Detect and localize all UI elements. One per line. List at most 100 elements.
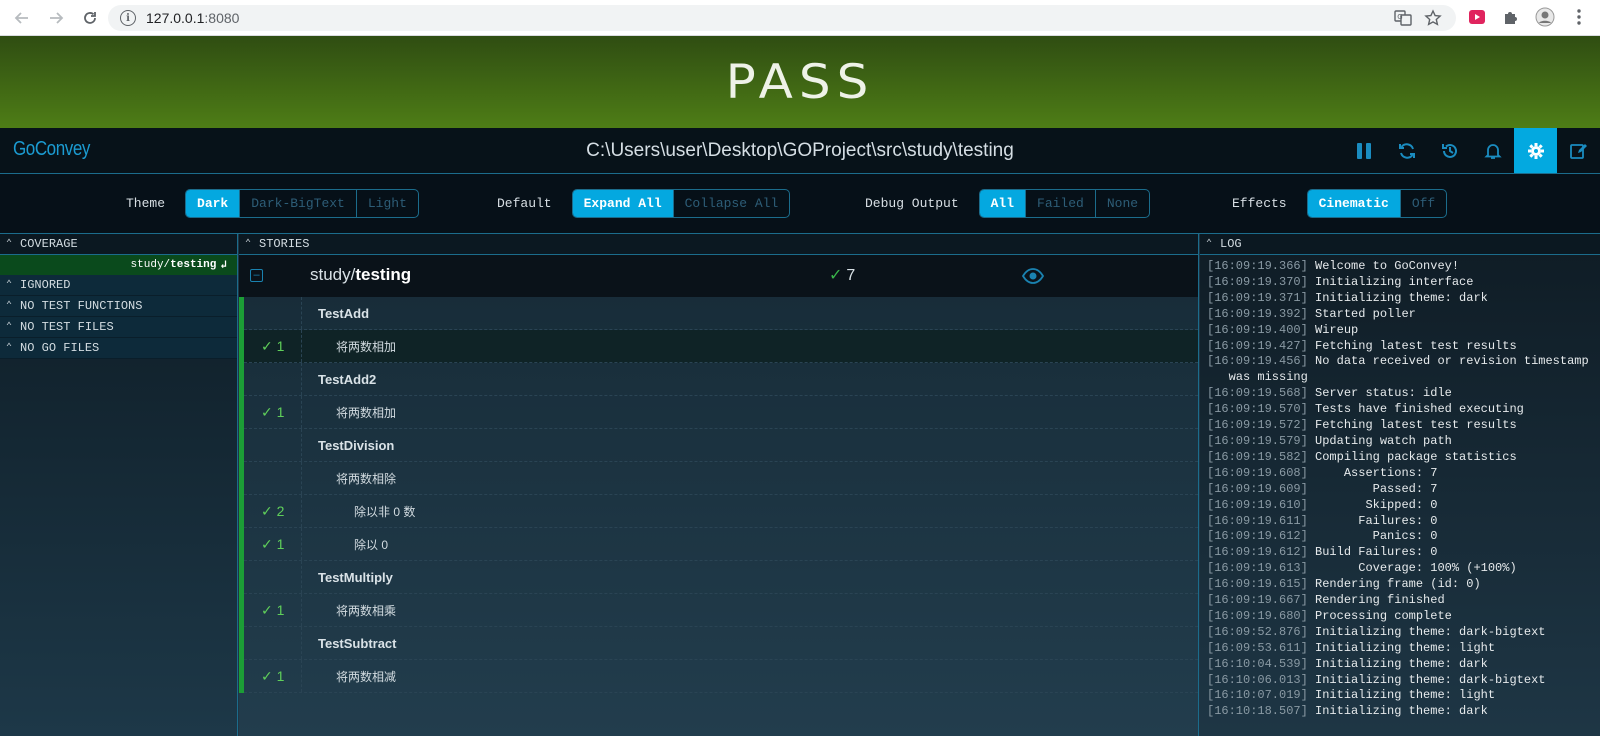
- story-assertion-row[interactable]: ✓ 1 除以 0: [239, 528, 1198, 561]
- coverage-package-prefix: study/: [130, 259, 171, 271]
- translate-icon[interactable]: G: [1394, 9, 1412, 32]
- story-assertion-row[interactable]: ✓ 2 除以非 0 数: [239, 495, 1198, 528]
- notifications-bell-button[interactable]: [1471, 128, 1514, 173]
- edit-button[interactable]: [1557, 128, 1600, 173]
- video-extension-icon[interactable]: [1466, 6, 1488, 28]
- log-message: Processing complete: [1307, 608, 1452, 623]
- count-value: 1: [276, 337, 285, 354]
- log-message: Assertions: 7: [1307, 465, 1438, 480]
- package-pass-count: ✓ 7: [829, 265, 855, 285]
- coverage-section-ignored[interactable]: ⌃ IGNORED: [0, 275, 237, 296]
- expand-all-option[interactable]: Expand All: [572, 190, 673, 217]
- story-test-row[interactable]: TestMultiply: [239, 561, 1198, 594]
- log-timestamp: [16:09:53.611]: [1207, 640, 1308, 655]
- log-message: was missing: [1207, 370, 1308, 385]
- log-line: [16:09:19.667] Rendering finished: [1207, 593, 1600, 609]
- log-timestamp: [16:09:19.579]: [1207, 433, 1308, 448]
- collapse-caret-icon[interactable]: ⌃: [1206, 238, 1212, 250]
- log-header[interactable]: ⌃ LOG: [1200, 234, 1600, 255]
- reload-icon[interactable]: [76, 4, 104, 32]
- effects-setting: Effects Cinematic Off: [1232, 189, 1448, 218]
- log-line: [16:09:19.427] Fetching latest test resu…: [1207, 339, 1600, 355]
- story-assertion-row[interactable]: ✓ 1 将两数相减: [239, 660, 1198, 693]
- stories-header[interactable]: ⌃ STORIES: [239, 234, 1198, 255]
- coverage-header[interactable]: ⌃ COVERAGE: [0, 234, 237, 255]
- pause-button[interactable]: [1342, 128, 1385, 173]
- log-line: [16:09:19.370] Initializing interface: [1207, 275, 1600, 291]
- collapse-caret-icon[interactable]: ⌃: [245, 238, 251, 250]
- coverage-section-no-test-files[interactable]: ⌃ NO TEST FILES: [0, 317, 237, 338]
- coverage-package-row[interactable]: study/testing ↲: [0, 255, 237, 275]
- log-timestamp: [16:09:19.392]: [1207, 306, 1308, 321]
- log-message: Skipped: 0: [1307, 497, 1438, 512]
- count-value: 1: [276, 535, 285, 552]
- effects-cinematic-option[interactable]: Cinematic: [1307, 190, 1400, 217]
- story-test-row[interactable]: TestAdd: [239, 297, 1198, 330]
- row-divider: [301, 528, 302, 560]
- log-timestamp: [16:09:19.370]: [1207, 274, 1308, 289]
- back-arrow-icon[interactable]: [8, 4, 36, 32]
- log-panel: ⌃ LOG [16:09:19.366] Welcome to GoConvey…: [1200, 234, 1600, 736]
- count-value: 1: [276, 667, 285, 684]
- row-divider: [301, 627, 302, 659]
- debug-failed-option[interactable]: Failed: [1025, 190, 1095, 217]
- story-package-name[interactable]: study/testing: [310, 265, 411, 285]
- eye-icon[interactable]: [1021, 268, 1045, 289]
- stories-panel: ⌃ STORIES – study/testing ✓ 7 TestAdd ✓ 1将…: [239, 234, 1199, 736]
- history-button[interactable]: [1428, 128, 1471, 173]
- section-label: NO TEST FILES: [20, 320, 114, 334]
- coverage-section-no-test-functions[interactable]: ⌃ NO TEST FUNCTIONS: [0, 296, 237, 317]
- story-assertion-row[interactable]: ✓ 1 将两数相加: [239, 330, 1198, 363]
- collapse-caret-icon: ⌃: [6, 343, 13, 354]
- log-timestamp: [16:09:19.427]: [1207, 338, 1308, 353]
- site-info-icon[interactable]: i: [120, 10, 136, 26]
- bookmark-star-icon[interactable]: [1424, 9, 1442, 32]
- settings-gear-button[interactable]: [1514, 128, 1557, 173]
- status-banner: PASS: [0, 36, 1600, 128]
- theme-dark-bigtext-option[interactable]: Dark-BigText: [239, 190, 356, 217]
- collapse-package-icon[interactable]: –: [250, 269, 263, 282]
- coverage-link-arrow-icon[interactable]: ↲: [220, 258, 227, 272]
- extensions-puzzle-icon[interactable]: [1500, 6, 1522, 28]
- log-message: Server status: idle: [1307, 386, 1452, 401]
- profile-avatar-icon[interactable]: [1534, 6, 1556, 28]
- story-test-row[interactable]: TestSubtract: [239, 627, 1198, 660]
- assertion-label: 将两数相减: [336, 669, 397, 684]
- log-timestamp: [16:09:19.570]: [1207, 402, 1308, 417]
- log-message: Rendering finished: [1307, 593, 1445, 608]
- story-assertion-row[interactable]: 将两数相除: [239, 462, 1198, 495]
- log-timestamp: [16:10:18.507]: [1207, 704, 1308, 719]
- refresh-button[interactable]: [1385, 128, 1428, 173]
- log-timestamp: [16:09:19.613]: [1207, 561, 1308, 576]
- theme-dark-option[interactable]: Dark: [186, 190, 240, 217]
- log-line: [16:09:19.612] Build Failures: 0: [1207, 545, 1600, 561]
- log-line: [16:09:19.582] Compiling package statist…: [1207, 450, 1600, 466]
- row-divider: [301, 396, 302, 428]
- story-assertion-row[interactable]: ✓ 1 将两数相乘: [239, 594, 1198, 627]
- theme-options: Dark Dark-BigText Light: [185, 189, 419, 218]
- log-line: [16:09:19.371] Initializing theme: dark: [1207, 291, 1600, 307]
- story-assertion-row[interactable]: ✓ 1 将两数相加: [239, 396, 1198, 429]
- theme-light-option[interactable]: Light: [355, 190, 418, 217]
- effects-off-option[interactable]: Off: [1399, 190, 1446, 217]
- default-options: Expand All Collapse All: [571, 189, 791, 218]
- story-test-row[interactable]: TestDivision: [239, 429, 1198, 462]
- collapse-all-option[interactable]: Collapse All: [672, 190, 790, 217]
- coverage-section-no-go-files[interactable]: ⌃ NO GO FILES: [0, 338, 237, 359]
- count-value: 2: [276, 502, 285, 519]
- log-message: Coverage: 100% (+100%): [1307, 561, 1517, 576]
- debug-none-option[interactable]: None: [1094, 190, 1149, 217]
- story-test-row[interactable]: TestAdd2: [239, 363, 1198, 396]
- log-line: [16:10:18.507] Initializing theme: dark: [1207, 704, 1600, 720]
- collapse-caret-icon[interactable]: ⌃: [6, 238, 12, 250]
- forward-arrow-icon[interactable]: [42, 4, 70, 32]
- address-bar[interactable]: i 127.0.0.1:8080 G: [108, 5, 1456, 31]
- test-name: TestAdd2: [318, 371, 377, 387]
- pass-status-bar: [239, 660, 244, 693]
- toolbar: [1342, 128, 1600, 173]
- test-name: TestSubtract: [318, 635, 397, 651]
- browser-menu-icon[interactable]: [1568, 6, 1590, 28]
- row-divider: [301, 561, 302, 593]
- row-divider: [301, 363, 302, 395]
- debug-all-option[interactable]: All: [979, 190, 1026, 217]
